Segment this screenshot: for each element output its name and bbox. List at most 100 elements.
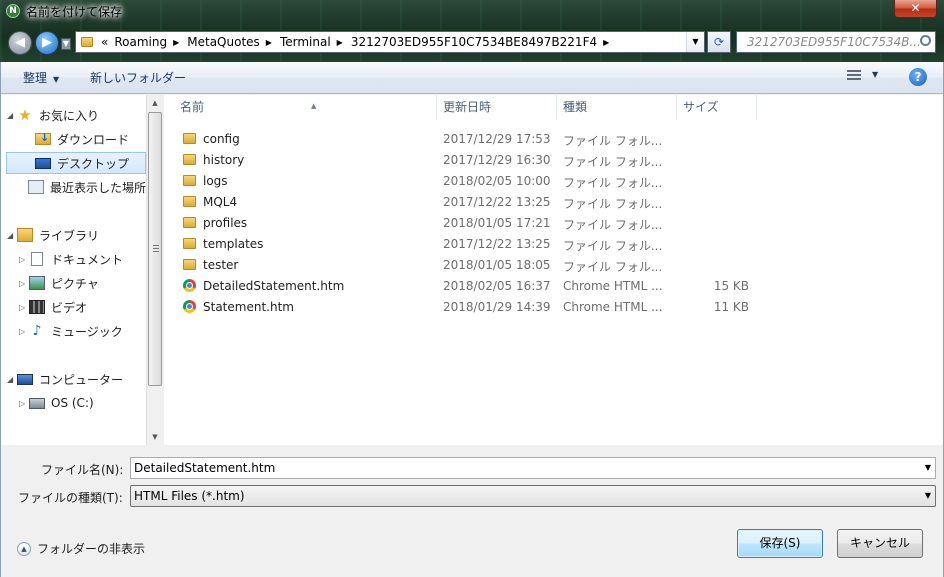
collapse-up-icon: ▲: [17, 541, 31, 556]
breadcrumb-terminal-id[interactable]: 3212703ED955F10C7534BE8497B221F4: [351, 35, 597, 49]
nav-label: ドキュメント: [51, 252, 124, 267]
nav-drive-c[interactable]: ▷ OS (C:): [1, 392, 146, 414]
nav-label: ライブラリ: [39, 228, 100, 243]
column-header-type[interactable]: 種類: [557, 95, 677, 120]
collapsed-arrow-icon[interactable]: ▷: [19, 399, 29, 408]
file-row[interactable]: templates 2017/12/22 13:25 ファイル フォル...: [178, 234, 918, 254]
address-bar[interactable]: « Roaming ▶ MetaQuotes ▶ Terminal ▶ 3212…: [75, 31, 705, 53]
grip-icon: [153, 245, 159, 252]
chrome-icon: [183, 300, 196, 313]
nav-desktop[interactable]: デスクトップ: [6, 152, 146, 174]
column-header-date[interactable]: 更新日時: [437, 95, 557, 120]
file-row[interactable]: config 2017/12/29 17:53 ファイル フォル...: [178, 129, 918, 149]
help-icon[interactable]: ?: [909, 68, 927, 86]
back-button[interactable]: ◀: [8, 31, 32, 55]
search-placeholder: 3212703ED955F10C7534B...: [747, 35, 921, 49]
command-bar: 整理 ▼ 新しいフォルダー ▼ ?: [1, 62, 943, 94]
chevron-right-icon[interactable]: ▶: [603, 38, 609, 47]
folder-icon: [183, 217, 196, 228]
file-row[interactable]: Statement.htm 2018/01/29 14:39 Chrome HT…: [178, 297, 918, 317]
folder-icon: [183, 238, 196, 249]
nav-videos[interactable]: ▷ ビデオ: [1, 296, 146, 318]
breadcrumb-terminal[interactable]: Terminal: [280, 35, 331, 49]
nav-label: ビデオ: [51, 300, 88, 315]
chevron-down-icon[interactable]: ▼: [925, 458, 931, 478]
nav-computer[interactable]: ◢ コンピューター: [1, 368, 146, 390]
chevron-right-icon[interactable]: ▶: [173, 38, 179, 47]
chrome-icon: [183, 279, 196, 292]
filename-label: ファイル名(N):: [41, 463, 124, 477]
nav-favorites[interactable]: ◢ ★ お気に入り: [1, 104, 146, 126]
organize-menu[interactable]: 整理 ▼: [23, 69, 59, 86]
desktop-icon: [35, 157, 51, 169]
new-folder-button[interactable]: 新しいフォルダー: [90, 69, 186, 86]
filename-value: DetailedStatement.htm: [134, 461, 276, 475]
nav-libraries[interactable]: ◢ ライブラリ: [1, 224, 146, 246]
nav-label: 最近表示した場所: [49, 180, 146, 195]
address-dropdown-button[interactable]: ▼: [686, 32, 704, 52]
documents-icon: [31, 252, 43, 266]
window-title: 名前を付けて保存: [26, 5, 123, 19]
save-button[interactable]: 保存(S): [737, 529, 823, 558]
scroll-thumb[interactable]: [148, 112, 162, 386]
arrow-right-icon: ▶: [42, 35, 52, 50]
nav-pictures[interactable]: ▷ ピクチャ: [1, 272, 146, 294]
nav-label: コンピューター: [39, 372, 124, 387]
expand-arrow-icon[interactable]: ◢: [7, 375, 17, 384]
search-input[interactable]: 3212703ED955F10C7534B...: [736, 31, 936, 53]
nav-scrollbar[interactable]: ▲ ▼: [146, 95, 163, 445]
save-dialog: 整理 ▼ 新しいフォルダー ▼ ? ◢ ★ お気に入り ダウンロード デスクトップ…: [0, 62, 944, 577]
hide-folders-label: フォルダーの非表示: [37, 542, 146, 556]
filename-field[interactable]: DetailedStatement.htm ▼: [130, 457, 936, 479]
caret-down-icon[interactable]: ▼: [872, 70, 878, 79]
nav-documents[interactable]: ▷ ドキュメント: [1, 248, 146, 270]
nav-downloads[interactable]: ダウンロード: [1, 128, 146, 150]
folder-icon: [183, 133, 196, 144]
sort-ascending-icon: ▲: [311, 102, 317, 110]
music-icon: ♪: [32, 323, 42, 339]
forward-button[interactable]: ▶: [35, 31, 59, 55]
folder-icon: [183, 259, 196, 270]
file-row[interactable]: MQL4 2017/12/22 13:25 ファイル フォル...: [178, 192, 918, 212]
nav-music[interactable]: ▷ ♪ ミュージック: [1, 320, 146, 342]
expand-arrow-icon[interactable]: ◢: [7, 111, 17, 120]
refresh-button[interactable]: ⟳: [707, 31, 731, 53]
breadcrumb-metaquotes[interactable]: MetaQuotes: [187, 35, 260, 49]
downloads-folder-icon: [35, 131, 51, 145]
collapsed-arrow-icon[interactable]: ▷: [19, 255, 29, 264]
cancel-button[interactable]: キャンセル: [837, 529, 923, 558]
column-label: 名前: [180, 100, 205, 114]
collapsed-arrow-icon[interactable]: ▷: [19, 327, 29, 336]
file-row[interactable]: DetailedStatement.htm 2018/02/05 16:37 C…: [178, 276, 918, 296]
filetype-label: ファイルの種類(T):: [18, 491, 123, 505]
nav-recent-places[interactable]: 最近表示した場所: [1, 176, 146, 198]
close-button[interactable]: ✕: [894, 0, 937, 18]
drive-icon: [29, 397, 45, 409]
column-header-name[interactable]: ▲ 名前: [174, 95, 437, 120]
column-header-size[interactable]: サイズ: [677, 95, 757, 120]
collapsed-arrow-icon[interactable]: ▷: [19, 279, 29, 288]
scroll-up-icon[interactable]: ▲: [147, 95, 163, 111]
address-overflow[interactable]: «: [101, 35, 108, 49]
filetype-select[interactable]: HTML Files (*.htm) ▼: [130, 485, 936, 507]
collapsed-arrow-icon[interactable]: ▷: [19, 303, 29, 312]
file-row[interactable]: tester 2018/01/05 18:05 ファイル フォル...: [178, 255, 918, 275]
view-options-icon[interactable]: [847, 70, 861, 82]
navigation-pane: ◢ ★ お気に入り ダウンロード デスクトップ 最近表示した場所 ◢ ライブラリ…: [1, 95, 163, 445]
recent-locations-dropdown[interactable]: ▼: [61, 38, 71, 50]
scroll-down-icon[interactable]: ▼: [147, 429, 163, 445]
file-list: ▲ 名前 更新日時 種類 サイズ config 2017/12/29 17:53…: [164, 95, 943, 445]
arrow-left-icon: ◀: [15, 35, 25, 50]
breadcrumb-roaming[interactable]: Roaming: [114, 35, 167, 49]
hide-folders-toggle[interactable]: ▲ フォルダーの非表示: [17, 540, 145, 557]
file-row[interactable]: history 2017/12/29 16:30 ファイル フォル...: [178, 150, 918, 170]
file-row[interactable]: profiles 2018/01/05 17:21 ファイル フォル...: [178, 213, 918, 233]
file-row[interactable]: logs 2018/02/05 10:00 ファイル フォル...: [178, 171, 918, 191]
computer-icon: [17, 373, 33, 385]
chevron-right-icon[interactable]: ▶: [337, 38, 343, 47]
chevron-right-icon[interactable]: ▶: [266, 38, 272, 47]
expand-arrow-icon[interactable]: ◢: [7, 231, 17, 240]
nav-label: お気に入り: [39, 108, 100, 123]
nav-label: デスクトップ: [57, 156, 130, 171]
star-icon: ★: [18, 106, 32, 124]
